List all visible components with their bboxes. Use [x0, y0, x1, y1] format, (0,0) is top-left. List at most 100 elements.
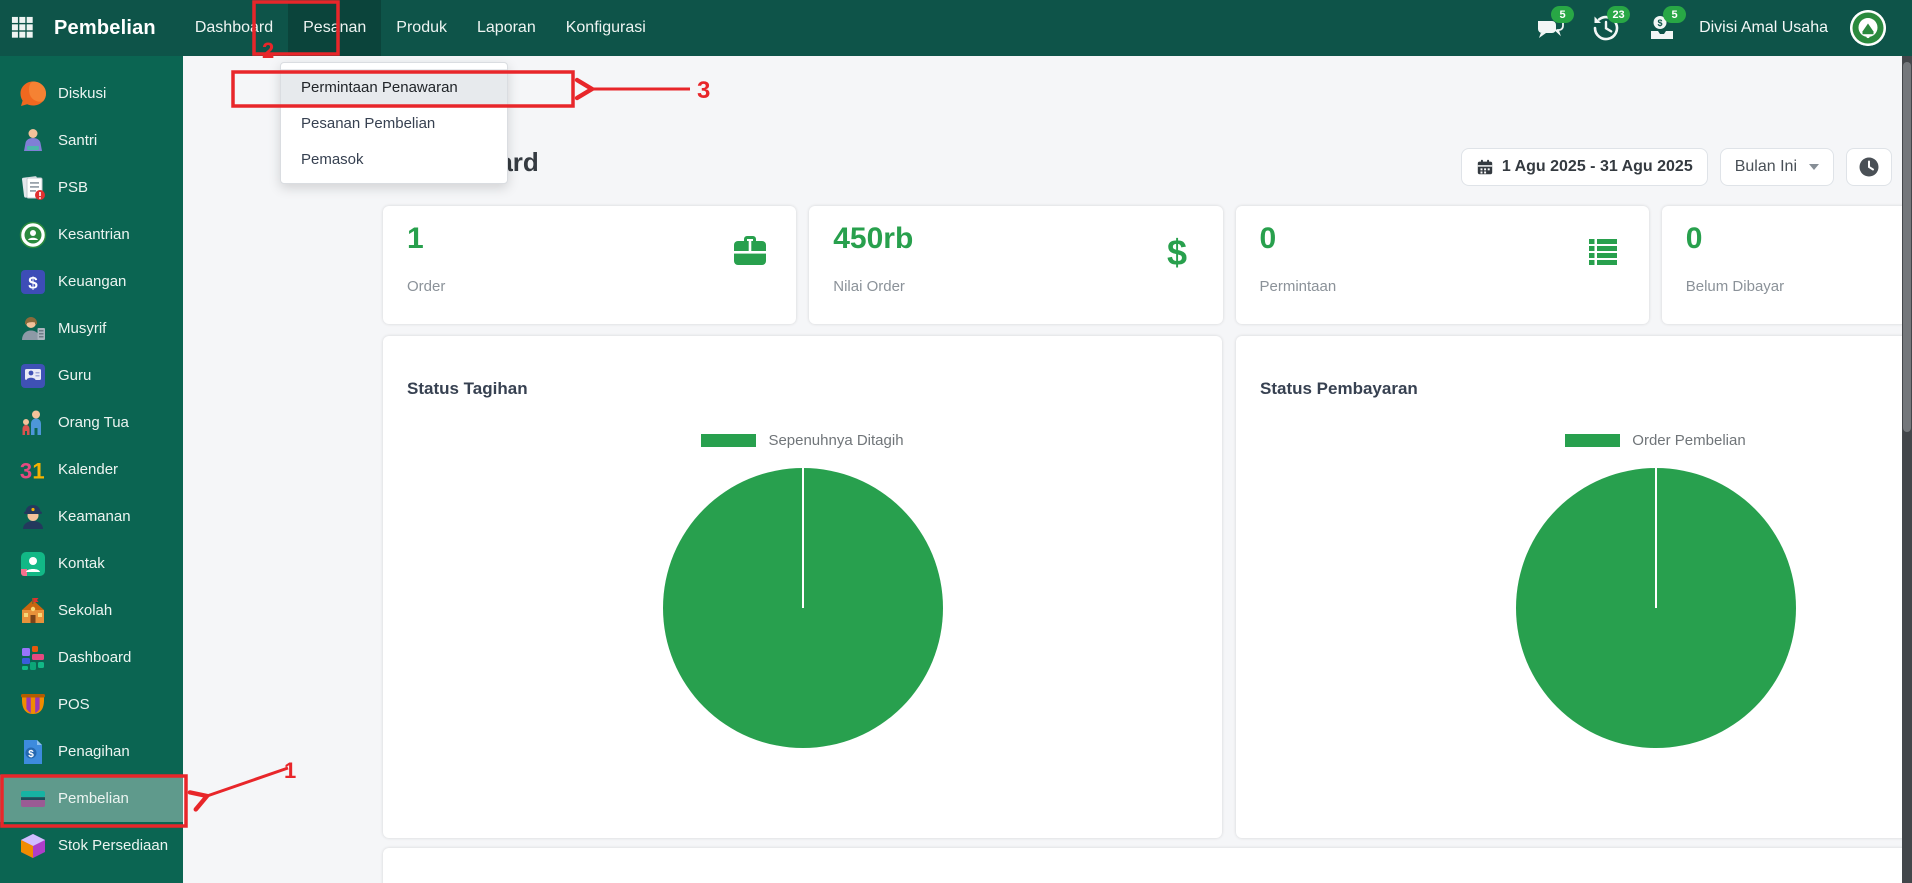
legend-label: Order Pembelian: [1632, 432, 1745, 449]
top-bar: Pembelian DashboardPesananProdukLaporanK…: [0, 0, 1912, 56]
sidebar-item-label: Kalender: [58, 461, 118, 478]
list-icon: [1583, 232, 1623, 272]
charts-row: Status Tagihan Sepenuhnya Ditagih Status …: [383, 336, 1912, 838]
sidebar-item-label: Stok Persediaan: [58, 837, 168, 854]
sidebar-item-label: Kesantrian: [58, 226, 130, 243]
date-range-button[interactable]: 1 Agu 2025 - 31 Agu 2025: [1461, 148, 1708, 186]
sidebar-item-dashboard[interactable]: Dashboard: [0, 634, 183, 681]
svg-text:$: $: [28, 748, 34, 759]
pembelian-icon: [18, 784, 48, 814]
dollar-icon: $: [1157, 232, 1197, 272]
sidebar-item-label: Santri: [58, 132, 97, 149]
chart-title: Status Pembayaran: [1260, 379, 1418, 399]
badge-count: 23: [1607, 6, 1630, 23]
chart-legend[interactable]: Order Pembelian: [1236, 432, 1912, 449]
sidebar-item-santri[interactable]: Santri: [0, 117, 183, 164]
chat-icon[interactable]: 5: [1535, 13, 1565, 43]
date-range-label: 1 Agu 2025 - 31 Agu 2025: [1502, 158, 1693, 176]
pie-chart: [659, 460, 947, 752]
orang-tua-icon: [18, 408, 48, 438]
santri-icon: [18, 126, 48, 156]
chart-card-status-pembayaran: Status Pembayaran Order Pembelian: [1236, 336, 1912, 838]
sidebar-item-label: POS: [58, 696, 90, 713]
kpi-value: 1: [407, 220, 772, 258]
sidebar: Diskusi Santri PSB Kesantrian $Keuangan Musyr…: [0, 56, 183, 883]
keamanan-icon: [18, 502, 48, 532]
sidebar-item-label: Musyrif: [58, 320, 106, 337]
kpi-row: 1 Order 450rbNilai Order$0Permintaan0Belum…: [383, 206, 1912, 324]
sidebar-item-label: Keamanan: [58, 508, 131, 525]
chart-title: Status Tagihan: [407, 379, 528, 399]
nav-item-produk[interactable]: Produk: [381, 0, 462, 56]
kpi-card-nilai-order[interactable]: 450rbNilai Order$: [809, 206, 1222, 324]
user-avatar-icon[interactable]: [1850, 10, 1886, 46]
badge-count: 5: [1663, 6, 1686, 23]
sidebar-item-keuangan[interactable]: $Keuangan: [0, 258, 183, 305]
topbar-right: 5 23 $5 Divisi Amal Usaha: [1535, 10, 1912, 46]
recent-rfq-card: Permintaan Penawaran Terbaru: [383, 848, 1912, 883]
history-button[interactable]: [1846, 148, 1892, 186]
kpi-label: Order: [407, 278, 772, 295]
sidebar-item-pembelian[interactable]: Pembelian: [0, 775, 183, 822]
kalender-icon: 31: [18, 455, 48, 485]
sidebar-item-diskusi[interactable]: Diskusi: [0, 70, 183, 117]
pie-chart: [1512, 460, 1800, 752]
nav-item-konfigurasi[interactable]: Konfigurasi: [551, 0, 661, 56]
keuangan-icon: $: [18, 267, 48, 297]
sidebar-item-kesantrian[interactable]: Kesantrian: [0, 211, 183, 258]
sidebar-item-label: Orang Tua: [58, 414, 129, 431]
sidebar-item-musyrif[interactable]: Musyrif: [0, 305, 183, 352]
sidebar-item-label: PSB: [58, 179, 88, 196]
payment-tray-icon[interactable]: $5: [1647, 13, 1677, 43]
kontak-icon: [18, 549, 48, 579]
sidebar-item-psb[interactable]: PSB: [0, 164, 183, 211]
activity-clock-icon[interactable]: 23: [1591, 13, 1621, 43]
stok-icon: [18, 831, 48, 861]
dashboard-icon: [18, 643, 48, 673]
pos-icon: [18, 690, 48, 720]
nav-item-dashboard[interactable]: Dashboard: [180, 0, 288, 56]
chart-legend[interactable]: Sepenuhnya Ditagih: [383, 432, 1222, 449]
svg-text:1: 1: [32, 458, 44, 483]
sidebar-item-orang-tua[interactable]: Orang Tua: [0, 399, 183, 446]
sidebar-item-label: Dashboard: [58, 649, 131, 666]
legend-swatch: [1565, 434, 1620, 447]
sidebar-item-sekolah[interactable]: Sekolah: [0, 587, 183, 634]
legend-label: Sepenuhnya Ditagih: [768, 432, 903, 449]
menu-item-permintaan-penawaran[interactable]: Permintaan Penawaran: [281, 69, 507, 105]
kpi-card-permintaan[interactable]: 0Permintaan: [1236, 206, 1649, 324]
penagihan-icon: $: [18, 737, 48, 767]
nav-item-pesanan[interactable]: Pesanan: [288, 0, 381, 56]
sidebar-item-stok-persediaan[interactable]: Stok Persediaan: [0, 822, 183, 869]
sidebar-item-label: Kontak: [58, 555, 105, 572]
sidebar-item-kontak[interactable]: Kontak: [0, 540, 183, 587]
kpi-value: 450rb: [833, 220, 1198, 258]
menu-item-pemasok[interactable]: Pemasok: [281, 141, 507, 177]
kpi-card-order[interactable]: 1 Order: [383, 206, 796, 324]
topbar-icon-group: 5 23 $5: [1535, 13, 1677, 43]
kpi-value: 0: [1686, 220, 1912, 258]
vertical-scrollbar[interactable]: [1902, 56, 1912, 883]
app-window: Pembelian DashboardPesananProdukLaporanK…: [0, 0, 1912, 883]
pesanan-dropdown-menu: Permintaan PenawaranPesanan PembelianPem…: [280, 62, 508, 184]
kpi-card-belum-dibayar[interactable]: 0Belum Dibayar: [1662, 206, 1912, 324]
sidebar-item-penagihan[interactable]: $Penagihan: [0, 728, 183, 775]
kesantrian-icon: [18, 220, 48, 250]
psb-icon: [18, 173, 48, 203]
musyrif-icon: [18, 314, 48, 344]
badge-count: 5: [1551, 6, 1574, 23]
sidebar-item-guru[interactable]: Guru: [0, 352, 183, 399]
nav-item-laporan[interactable]: Laporan: [462, 0, 551, 56]
sekolah-icon: [18, 596, 48, 626]
diskusi-icon: [18, 79, 48, 109]
sidebar-item-kalender[interactable]: 31 Kalender: [0, 446, 183, 493]
sidebar-item-pos[interactable]: POS: [0, 681, 183, 728]
user-name[interactable]: Divisi Amal Usaha: [1699, 19, 1828, 37]
apps-grid-icon[interactable]: [0, 0, 46, 56]
scrollbar-thumb[interactable]: [1903, 62, 1911, 432]
briefcase-icon: [730, 232, 770, 272]
menu-item-pesanan-pembelian[interactable]: Pesanan Pembelian: [281, 105, 507, 141]
sidebar-item-keamanan[interactable]: Keamanan: [0, 493, 183, 540]
sidebar-item-label: Guru: [58, 367, 91, 384]
period-select[interactable]: Bulan Ini: [1720, 148, 1834, 186]
